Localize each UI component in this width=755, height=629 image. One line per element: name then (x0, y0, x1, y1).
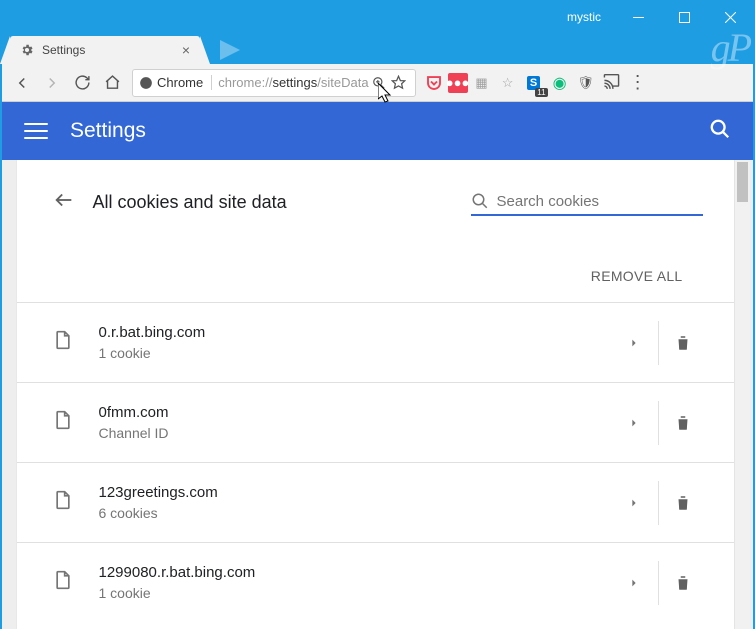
scrollbar-thumb[interactable] (737, 162, 748, 202)
extension-icon[interactable]: ☆ (496, 71, 520, 95)
page-title: All cookies and site data (93, 192, 287, 213)
content-area: All cookies and site data REMOVE ALL 0.r… (2, 160, 753, 629)
cookie-search-input[interactable] (497, 193, 703, 210)
site-data-row[interactable]: 1299080.r.bat.bing.com 1 cookie (17, 542, 739, 622)
back-button[interactable] (8, 69, 36, 97)
url-text: chrome://settings/siteData (218, 75, 368, 90)
home-button[interactable] (98, 69, 126, 97)
menu-button[interactable]: ⋮ (626, 71, 650, 95)
reload-button[interactable] (68, 69, 96, 97)
window-minimize-button[interactable] (615, 2, 661, 32)
back-arrow-button[interactable] (53, 189, 81, 216)
chrome-chip: Chrome (139, 75, 212, 90)
site-domain: 0.r.bat.bing.com (99, 324, 614, 341)
document-icon (53, 490, 81, 515)
site-domain: 1299080.r.bat.bing.com (99, 564, 614, 581)
delete-button[interactable] (663, 574, 703, 592)
hamburger-menu-button[interactable] (24, 118, 48, 144)
remove-all-button[interactable]: REMOVE ALL (17, 238, 739, 302)
window-titlebar: mystic (2, 2, 753, 32)
search-icon (471, 192, 489, 210)
expand-button[interactable] (614, 498, 654, 508)
site-cookie-count: Channel ID (99, 425, 614, 441)
site-cookie-count: 1 cookie (99, 585, 614, 601)
delete-button[interactable] (663, 494, 703, 512)
extension-icon[interactable]: S11 (522, 71, 546, 95)
cookie-search[interactable] (471, 188, 703, 216)
delete-button[interactable] (663, 334, 703, 352)
appbar-search-button[interactable] (709, 118, 731, 145)
site-data-row[interactable]: 123greetings.com 6 cookies (17, 462, 739, 542)
extension-icon[interactable]: 🛡 (574, 71, 598, 95)
tab-title: Settings (42, 43, 174, 57)
pocket-extension-icon[interactable] (422, 71, 446, 95)
address-bar[interactable]: Chrome chrome://settings/siteData (132, 69, 416, 97)
new-tab-button[interactable] (220, 40, 240, 60)
document-icon (53, 410, 81, 435)
extension-icon[interactable]: ◉ (548, 71, 572, 95)
tab-strip: Settings × gP (2, 32, 753, 64)
site-domain: 123greetings.com (99, 484, 614, 501)
expand-button[interactable] (614, 578, 654, 588)
star-icon[interactable] (389, 75, 409, 90)
scrollbar[interactable] (734, 160, 750, 629)
browser-tab[interactable]: Settings × (10, 36, 200, 64)
site-domain: 0fmm.com (99, 404, 614, 421)
expand-button[interactable] (614, 338, 654, 348)
window-maximize-button[interactable] (661, 2, 707, 32)
extension-icon[interactable]: ▦ (470, 71, 494, 95)
tab-close-button[interactable]: × (182, 42, 190, 58)
settings-panel: All cookies and site data REMOVE ALL 0.r… (16, 160, 740, 629)
zoom-icon[interactable] (369, 76, 389, 90)
settings-appbar: Settings (2, 102, 753, 160)
gear-icon (20, 43, 34, 57)
document-icon (53, 570, 81, 595)
forward-button[interactable] (38, 69, 66, 97)
site-cookie-count: 6 cookies (99, 505, 614, 521)
expand-button[interactable] (614, 418, 654, 428)
document-icon (53, 330, 81, 355)
site-cookie-count: 1 cookie (99, 345, 614, 361)
site-data-row[interactable]: 0.r.bat.bing.com 1 cookie (17, 302, 739, 382)
delete-button[interactable] (663, 414, 703, 432)
appbar-title: Settings (70, 119, 709, 143)
lastpass-extension-icon[interactable]: ●●● (448, 73, 468, 93)
watermark: gP (711, 24, 749, 71)
browser-toolbar: Chrome chrome://settings/siteData ●●● ▦ … (2, 64, 753, 102)
window-user-label: mystic (567, 10, 601, 24)
cast-icon[interactable] (600, 71, 624, 95)
site-data-row[interactable]: 0fmm.com Channel ID (17, 382, 739, 462)
